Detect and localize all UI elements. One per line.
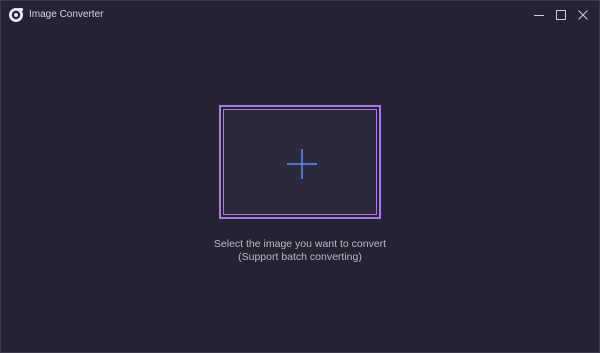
app-title: Image Converter — [29, 9, 104, 20]
maximize-button[interactable] — [551, 5, 571, 25]
close-icon — [578, 10, 588, 20]
drop-zone-inner[interactable] — [223, 109, 377, 215]
add-image-drop-zone[interactable] — [219, 105, 381, 219]
plus-icon[interactable] — [286, 148, 318, 180]
close-button[interactable] — [573, 5, 593, 25]
maximize-icon — [556, 10, 566, 20]
minimize-icon — [534, 15, 544, 16]
minimize-button[interactable] — [529, 5, 549, 25]
batch-support-hint: (Support batch converting) — [238, 251, 362, 263]
select-image-hint: Select the image you want to convert — [213, 238, 387, 250]
title-bar[interactable]: Image Converter — [1, 1, 599, 29]
app-window: Image Converter Select the image you wan… — [0, 0, 600, 353]
camera-lens-icon — [8, 7, 24, 23]
